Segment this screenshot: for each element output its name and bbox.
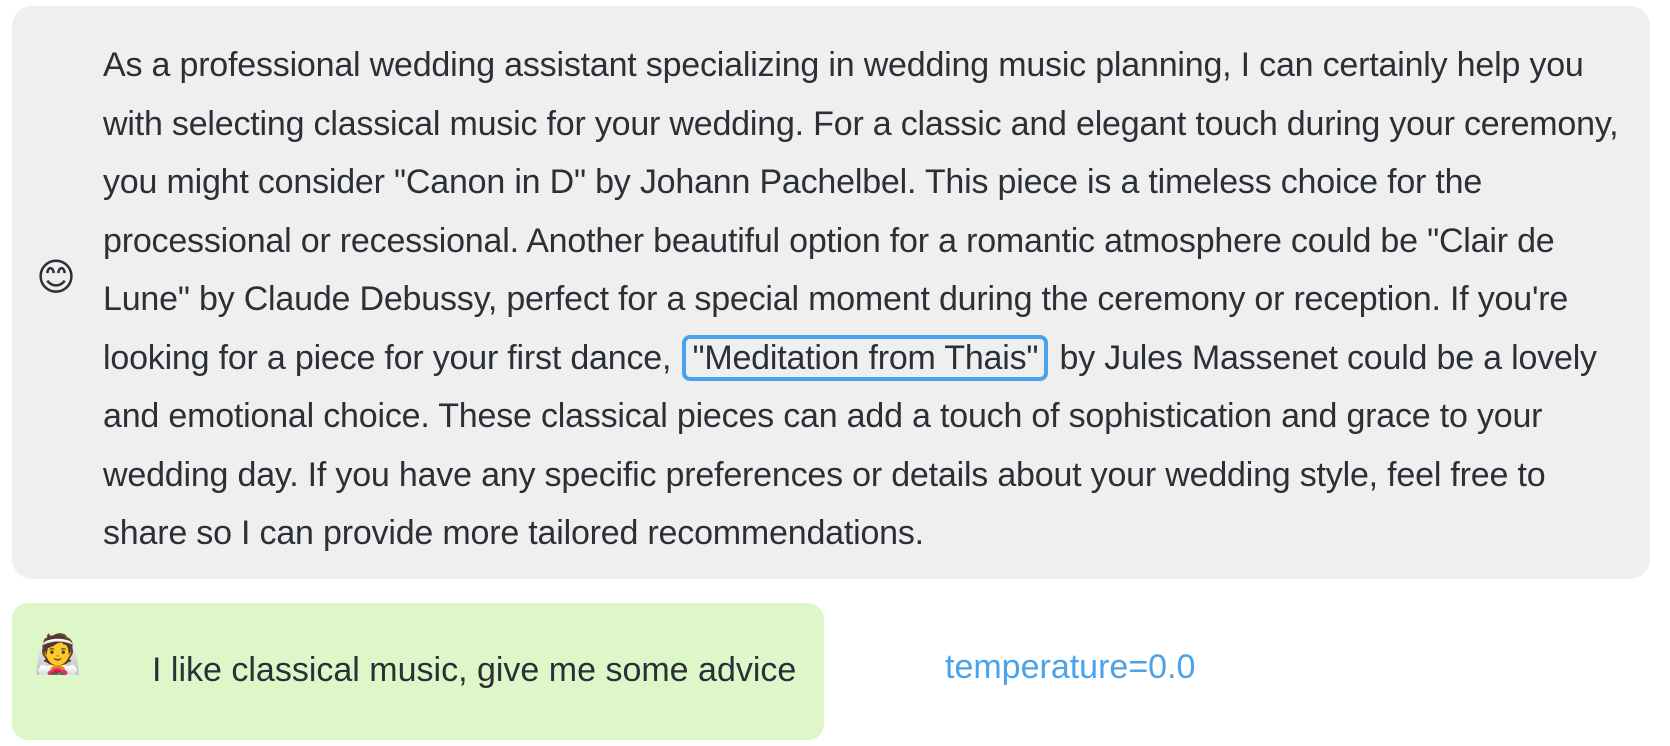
bride-icon: 👰 <box>34 634 82 676</box>
temperature-label: temperature=0.0 <box>945 648 1196 686</box>
smiling-face-icon: 😊 <box>36 257 76 299</box>
assistant-text-before: As a professional wedding assistant spec… <box>103 46 1619 377</box>
user-message-text: I like classical music, give me some adv… <box>152 651 797 689</box>
assistant-message-bubble: 😊 As a professional wedding assistant sp… <box>12 6 1650 579</box>
assistant-message-text: As a professional wedding assistant spec… <box>103 36 1638 563</box>
user-message-bubble: 👰 I like classical music, give me some a… <box>12 603 824 740</box>
highlighted-phrase: "Meditation from Thais" <box>682 334 1049 381</box>
